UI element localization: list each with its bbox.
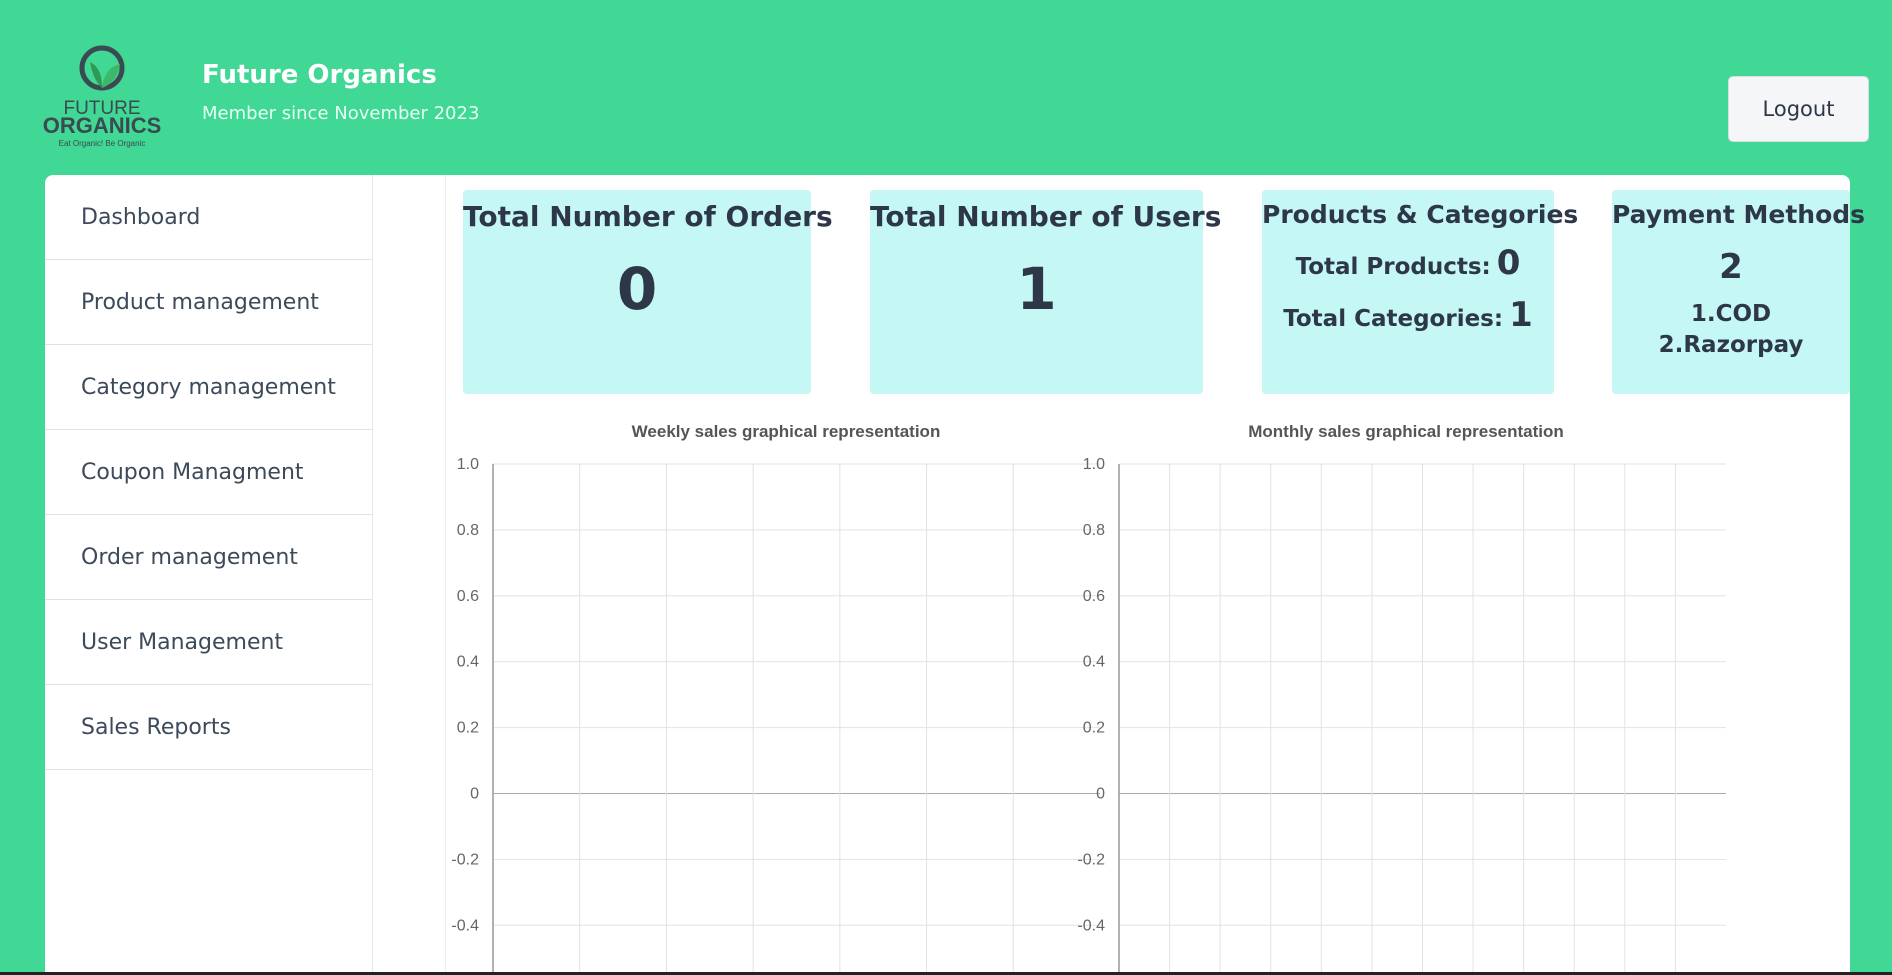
users-card-title: Total Number of Users	[870, 200, 1222, 233]
y-tick-label: 0	[1096, 786, 1105, 803]
total-categories-label: Total Categories:	[1283, 306, 1504, 332]
y-tick-label: -0.2	[1077, 851, 1105, 868]
payment-methods-title: Payment Methods	[1612, 200, 1866, 229]
total-products-value: 0	[1496, 243, 1521, 283]
svg-text:ORGANICS: ORGANICS	[43, 113, 162, 138]
sidebar-item-category-management[interactable]: Category management	[45, 345, 372, 430]
y-tick-label: 1.0	[457, 456, 479, 473]
future-organics-logo[interactable]: FUTURE ORGANICS Eat Organic! Be Organic	[36, 44, 168, 152]
total-products-row: Total Products: 0	[1262, 243, 1554, 283]
total-categories-value: 1	[1509, 295, 1533, 335]
monthly-sales-chart[interactable]: 1.0 0.8 0.6 0.4 0.2 0 -0.2 -0.4	[1061, 443, 1761, 975]
monthly-chart-title: Monthly sales graphical representation	[1248, 422, 1564, 441]
app-header: FUTURE ORGANICS Eat Organic! Be Organic …	[0, 0, 1892, 175]
svg-text:Eat Organic! Be Organic: Eat Organic! Be Organic	[59, 139, 146, 148]
sidebar-item-dashboard[interactable]: Dashboard	[45, 175, 372, 260]
y-tick-label: 0.4	[457, 654, 479, 671]
y-tick-label: -0.2	[451, 851, 479, 868]
users-card: Total Number of Users 1	[870, 190, 1222, 394]
sidebar-item-coupon-management[interactable]: Coupon Managment	[45, 430, 372, 515]
users-count: 1	[1016, 255, 1057, 323]
sidebar-item-sales-reports[interactable]: Sales Reports	[45, 685, 372, 770]
y-tick-label: 0.6	[457, 588, 479, 605]
y-tick-label: 0.2	[457, 720, 479, 737]
total-categories-row: Total Categories: 1	[1262, 295, 1554, 335]
y-tick-label: -0.4	[1077, 917, 1105, 934]
dashboard-content: Total Number of Orders 0 Total Number of…	[445, 175, 1866, 975]
orders-card-title: Total Number of Orders	[463, 200, 833, 233]
y-tick-label: 0.2	[1083, 720, 1105, 737]
store-name: Future Organics	[202, 60, 437, 90]
orders-count: 0	[616, 255, 658, 323]
payment-methods-count: 2	[1719, 247, 1743, 287]
main-panel: Dashboard Product management Category ma…	[45, 175, 1866, 975]
products-categories-title: Products & Categories	[1262, 200, 1579, 229]
total-products-label: Total Products:	[1295, 254, 1491, 280]
member-since-text: Member since November 2023	[202, 103, 480, 124]
logout-button[interactable]: Logout	[1728, 76, 1869, 142]
weekly-chart-title: Weekly sales graphical representation	[631, 422, 941, 441]
products-categories-card: Products & Categories Total Products: 0 T…	[1262, 190, 1579, 394]
sidebar-item-product-management[interactable]: Product management	[45, 260, 372, 345]
y-tick-label: 0.8	[457, 522, 479, 539]
y-tick-label: 0.8	[1083, 522, 1105, 539]
payment-methods-list: 1.COD 2.Razorpay	[1612, 299, 1850, 361]
payment-methods-card: Payment Methods 2 1.COD 2.Razorpay	[1612, 190, 1866, 394]
y-tick-label: 0.6	[1083, 588, 1105, 605]
orders-card: Total Number of Orders 0	[463, 190, 833, 394]
y-tick-label: 0.4	[1083, 654, 1105, 671]
payment-method-razorpay: 2.Razorpay	[1658, 332, 1804, 358]
y-tick-label: 1.0	[1083, 456, 1105, 473]
y-tick-label: -0.4	[451, 917, 479, 934]
payment-method-cod: 1.COD	[1690, 301, 1772, 327]
sidebar-item-user-management[interactable]: User Management	[45, 600, 372, 685]
y-tick-label: 0	[470, 786, 479, 803]
weekly-sales-chart[interactable]: 1.0 0.8 0.6 0.4 0.2 0 -0.2 -0.4	[446, 443, 1146, 975]
sidebar-item-order-management[interactable]: Order management	[45, 515, 372, 600]
sidebar: Dashboard Product management Category ma…	[45, 175, 373, 975]
